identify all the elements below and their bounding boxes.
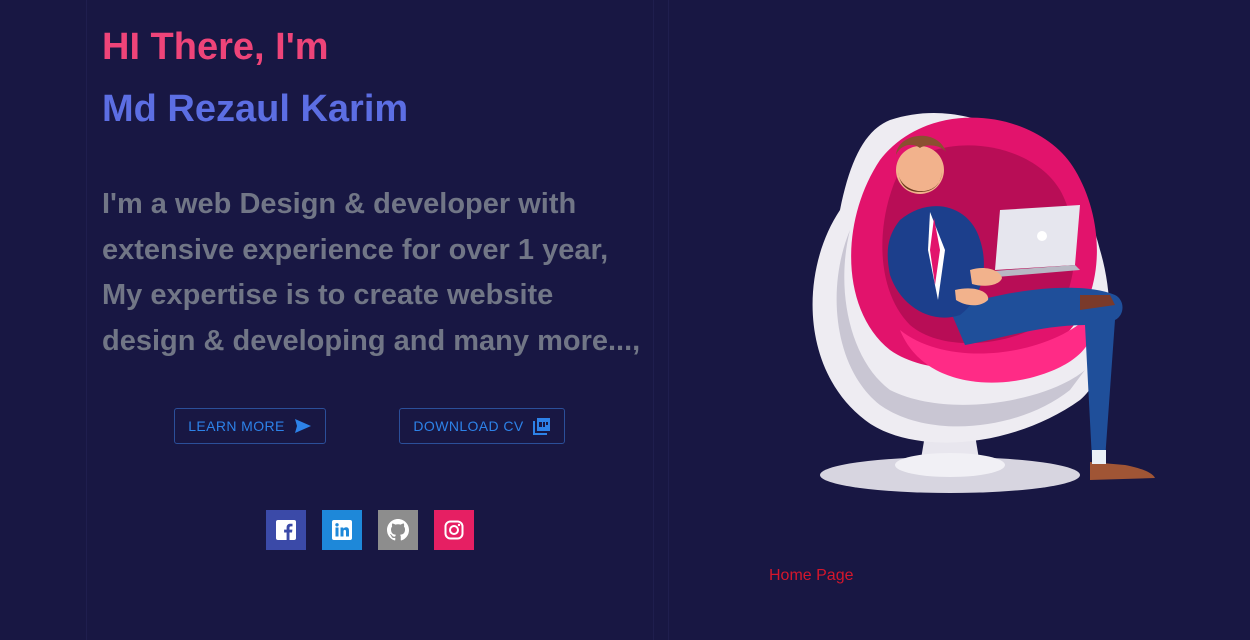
instagram-button[interactable] [434,510,474,550]
home-page-link[interactable]: Home Page [769,567,854,585]
facebook-button[interactable] [266,510,306,550]
facebook-icon [276,520,296,540]
linkedin-icon [332,520,352,540]
pdf-icon [532,418,550,435]
hero-bio: I'm a web Design & developer with extens… [102,188,641,357]
download-cv-button[interactable]: DOWNLOAD CV [399,408,565,444]
hero-greeting: HI There, I'm [102,26,329,68]
learn-more-button[interactable]: LEARN MORE [174,408,326,444]
hero-name: Md Rezaul Karim [102,88,409,130]
download-cv-label: DOWNLOAD CV [413,418,524,434]
learn-more-label: LEARN MORE [188,418,285,434]
linkedin-button[interactable] [322,510,362,550]
github-icon [387,519,409,541]
man-in-egg-chair-illustration [812,112,1155,493]
github-button[interactable] [378,510,418,550]
instagram-icon [444,520,464,540]
send-icon [294,419,311,433]
